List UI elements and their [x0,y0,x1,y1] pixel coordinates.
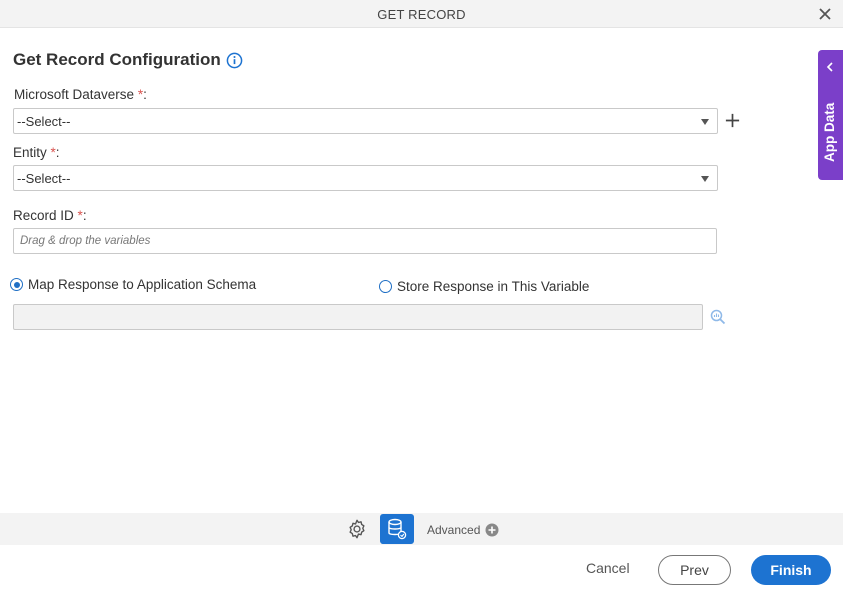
map-response-radio[interactable] [10,278,23,291]
app-data-panel-toggle[interactable]: App Data [818,50,843,180]
record-id-label: Record ID *: [13,208,87,223]
store-response-radio[interactable] [379,280,392,293]
close-icon[interactable] [817,6,833,22]
advanced-label[interactable]: Advanced [427,523,480,537]
bottom-toolbar [0,513,843,545]
database-settings-button[interactable] [380,514,414,544]
search-schema-icon[interactable] [709,308,727,326]
entity-label: Entity *: [13,145,60,160]
finish-button[interactable]: Finish [751,555,831,585]
app-data-label: App Data [822,102,837,162]
dataverse-label: Microsoft Dataverse *: [14,87,147,102]
dataverse-select-value: --Select-- [17,114,71,129]
entity-select-value: --Select-- [17,171,71,186]
chevron-down-icon [701,176,709,182]
schema-field[interactable] [13,304,703,330]
info-icon[interactable] [226,52,243,69]
entity-select[interactable]: --Select-- [13,165,718,191]
record-id-input[interactable]: Drag & drop the variables [13,228,717,254]
chevron-left-icon [826,62,833,72]
database-icon [388,518,407,540]
prev-button[interactable]: Prev [658,555,731,585]
window-title: GET RECORD [377,7,466,22]
add-connection-icon[interactable] [724,112,741,129]
title-bar: GET RECORD [0,0,843,28]
map-response-label: Map Response to Application Schema [28,277,257,292]
record-id-placeholder: Drag & drop the variables [20,235,151,247]
cancel-button[interactable]: Cancel [586,560,630,576]
map-response-option[interactable]: Map Response to Application Schema [10,277,256,292]
dataverse-select[interactable]: --Select-- [13,108,718,134]
page-title: Get Record Configuration [13,50,221,69]
add-circle-icon[interactable] [485,523,499,537]
chevron-down-icon [701,119,709,125]
store-response-label: Store Response in This Variable [397,279,590,294]
store-response-option[interactable]: Store Response in This Variable [379,279,589,294]
gear-icon[interactable] [346,518,368,540]
